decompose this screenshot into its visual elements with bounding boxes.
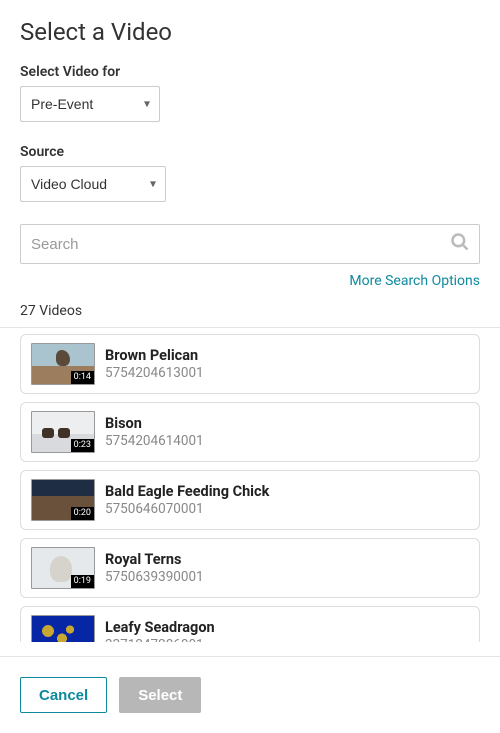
video-thumbnail: 0:20 [31,479,95,521]
dialog-content: Select a Video Select Video for Pre-Even… [0,0,500,657]
search-wrap [20,224,480,264]
video-id: 5750639390001 [105,569,204,585]
video-id: 5754204613001 [105,365,204,381]
search-input[interactable] [20,224,480,264]
video-title: Bald Eagle Feeding Chick [105,483,269,500]
video-row[interactable]: 0:20 Bald Eagle Feeding Chick575064607000… [20,470,480,530]
video-id: 5750646070001 [105,501,269,517]
video-row[interactable]: Leafy Seadragon3371247206001 [20,606,480,642]
video-meta: Royal Terns5750639390001 [105,551,204,585]
dialog-footer: Cancel Select [0,657,500,733]
video-id: 3371247206001 [105,637,215,642]
video-title: Royal Terns [105,551,204,568]
video-title: Leafy Seadragon [105,619,215,636]
video-list: 0:14Brown Pelican57542046130010:23Bison5… [0,327,500,642]
video-count: 27 Videos [20,303,480,319]
select-video-for-label: Select Video for [20,64,480,80]
more-search-options-link[interactable]: More Search Options [349,273,480,289]
video-row[interactable]: 0:19 Royal Terns5750639390001 [20,538,480,598]
video-duration: 0:20 [71,507,94,520]
dialog-title: Select a Video [20,18,480,46]
video-id: 5754204614001 [105,433,204,449]
select-video-for-wrap: Pre-Event [20,86,160,122]
video-title: Bison [105,415,204,432]
video-meta: Bison5754204614001 [105,415,204,449]
video-duration: 0:14 [71,371,94,384]
source-wrap: Video Cloud [20,166,166,202]
video-duration: 0:19 [71,575,94,588]
video-meta: Leafy Seadragon3371247206001 [105,619,215,642]
video-row[interactable]: 0:23 Bison5754204614001 [20,402,480,462]
video-duration: 0:23 [71,439,94,452]
video-thumbnail [31,615,95,642]
video-title: Brown Pelican [105,347,204,364]
select-video-for-dropdown[interactable]: Pre-Event [20,86,160,122]
video-meta: Brown Pelican5754204613001 [105,347,204,381]
video-thumbnail: 0:14 [31,343,95,385]
video-row[interactable]: 0:14 Brown Pelican5754204613001 [20,334,480,394]
more-search-options-wrap: More Search Options [20,270,480,289]
source-label: Source [20,144,480,160]
cancel-button[interactable]: Cancel [20,677,107,713]
select-button[interactable]: Select [119,677,201,713]
video-thumbnail: 0:19 [31,547,95,589]
video-meta: Bald Eagle Feeding Chick5750646070001 [105,483,269,517]
video-thumbnail: 0:23 [31,411,95,453]
source-dropdown[interactable]: Video Cloud [20,166,166,202]
